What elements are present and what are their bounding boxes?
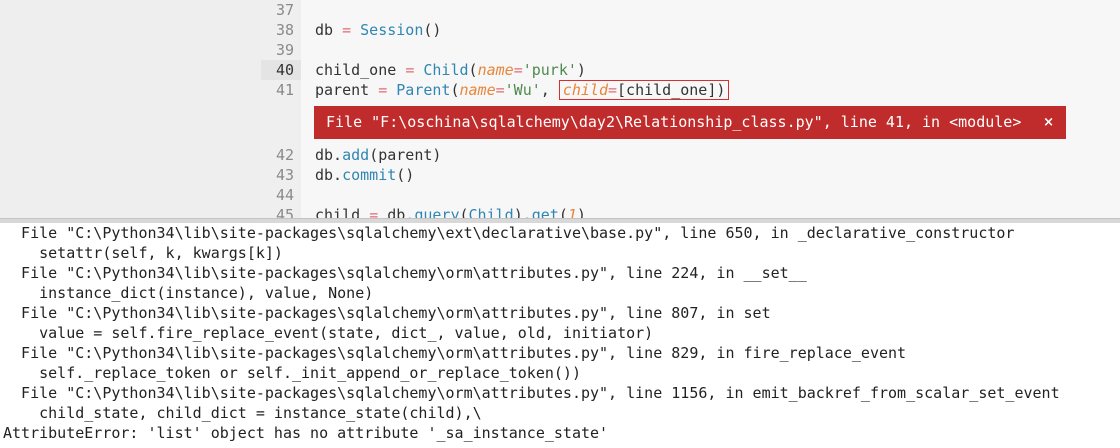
code-token: = <box>369 206 379 218</box>
code-token: parent <box>315 81 379 99</box>
code-token: ( <box>450 81 460 99</box>
traceback-line: File "C:\Python34\lib\site-packages\sqla… <box>3 224 1015 242</box>
output-console[interactable]: File "C:\Python34\lib\site-packages\sqla… <box>0 223 1120 448</box>
code-token: ( <box>558 206 568 218</box>
close-icon[interactable]: × <box>1043 106 1054 139</box>
code-token: Parent <box>396 81 451 99</box>
line-number: 42 <box>275 146 294 164</box>
line-number: 40 <box>261 60 301 80</box>
code-token: () <box>396 166 415 184</box>
line-number: 38 <box>275 21 294 39</box>
code-token: = <box>378 81 388 99</box>
code-line[interactable]: child = db.query(Child).get(1) <box>315 205 586 218</box>
code-token: db <box>315 21 343 39</box>
traceback-line: AttributeError: 'list' object has no att… <box>3 424 609 442</box>
code-token: = <box>495 81 505 99</box>
code-token: = <box>513 61 523 79</box>
line-number: 44 <box>275 186 294 204</box>
code-token: name <box>459 81 496 99</box>
code-token: Child <box>423 61 469 79</box>
code-line[interactable]: child_one = Child(name='purk') <box>315 60 586 80</box>
traceback-line: File "C:\Python34\lib\site-packages\sqla… <box>3 384 1060 402</box>
code-token: () <box>423 21 442 39</box>
error-location-text: File "F:\oschina\sqlalchemy\day2\Relatio… <box>326 113 1022 131</box>
code-token: = <box>405 61 415 79</box>
code-token: commit <box>342 166 397 184</box>
error-annotation-bar: File "F:\oschina\sqlalchemy\day2\Relatio… <box>314 106 1066 139</box>
code-token: get <box>531 206 559 218</box>
traceback-line: File "C:\Python34\lib\site-packages\sqla… <box>3 344 907 362</box>
traceback-line: value = self.fire_replace_event(state, d… <box>3 324 654 342</box>
code-token: = <box>608 81 618 99</box>
line-number: 45 <box>275 206 294 218</box>
traceback-line: File "C:\Python34\lib\site-packages\sqla… <box>3 304 771 322</box>
traceback-line: File "C:\Python34\lib\site-packages\sqla… <box>3 264 807 282</box>
traceback-line: instance_dict(instance), value, None) <box>3 284 374 302</box>
line-number-gutter: 37 38 39 40 41 42 43 44 45 <box>261 0 301 218</box>
code-token: child <box>562 81 608 99</box>
code-token: ( <box>468 61 478 79</box>
code-token: ) <box>576 61 586 79</box>
code-token: query <box>414 206 460 218</box>
code-editor[interactable]: 37 38 39 40 41 42 43 44 45 db = Session() child_o… <box>261 0 1120 218</box>
line-number: 41 <box>275 81 294 99</box>
code-token: , <box>540 81 559 99</box>
code-token: Session <box>360 21 424 39</box>
code-token: ) <box>576 206 586 218</box>
traceback-line: setattr(self, k, kwargs[k]) <box>3 244 283 262</box>
traceback-line: self._replace_token or self._init_append… <box>3 364 581 382</box>
line-number: 43 <box>275 166 294 184</box>
traceback-line: child_state, child_dict = instance_state… <box>3 404 482 422</box>
code-line[interactable]: parent = Parent(name='Wu', child=[child_… <box>315 80 730 100</box>
code-token: ( <box>459 206 469 218</box>
code-token: = <box>342 21 352 39</box>
code-token: [child_one]) <box>617 81 726 99</box>
line-number: 39 <box>275 41 294 59</box>
side-panel <box>0 0 261 218</box>
code-token: 'purk' <box>522 61 577 79</box>
code-token: name <box>477 61 514 79</box>
code-token: (parent) <box>369 146 442 164</box>
code-line[interactable]: db = Session() <box>315 20 441 40</box>
code-token: child_one <box>315 61 406 79</box>
code-token: db. <box>378 206 415 218</box>
code-token: ). <box>513 206 532 218</box>
line-number: 37 <box>275 1 294 19</box>
error-highlight-box: child=[child_one]) <box>558 80 730 100</box>
code-token: Child <box>468 206 514 218</box>
code-token: 1 <box>567 206 577 218</box>
code-token: 'Wu' <box>504 81 541 99</box>
